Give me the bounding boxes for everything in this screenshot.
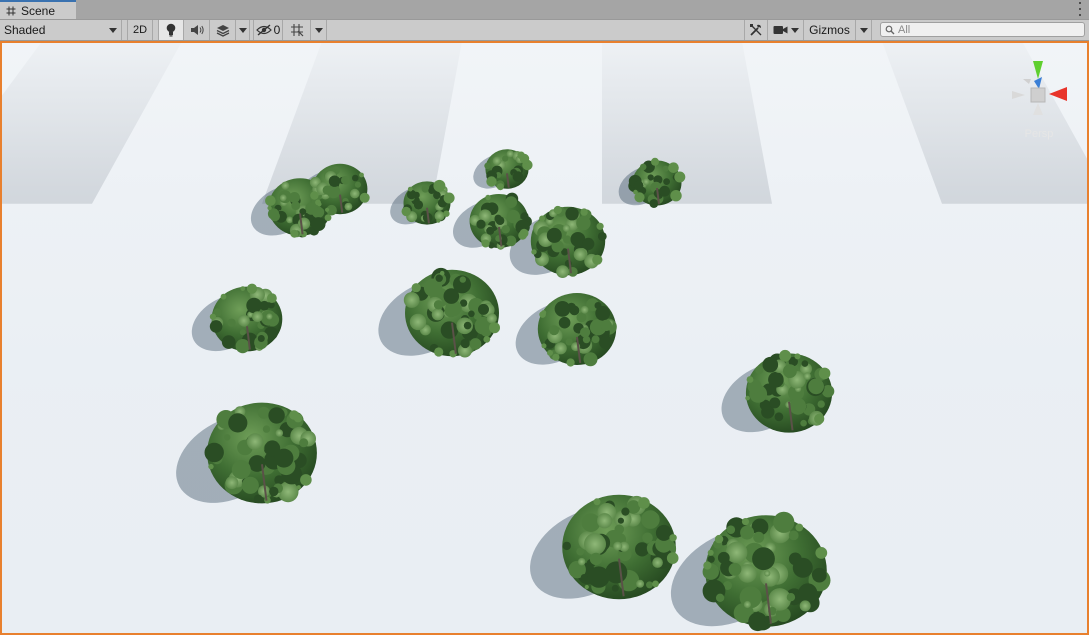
gizmo-center-cube[interactable] bbox=[1030, 87, 1046, 103]
chevron-down-icon bbox=[790, 27, 799, 33]
scene-canvas[interactable] bbox=[2, 43, 1087, 633]
tab-label: Scene bbox=[21, 3, 56, 18]
scene-viewport[interactable]: Persp bbox=[0, 41, 1089, 635]
gizmo-x-cone[interactable] bbox=[1049, 87, 1067, 101]
chevron-down-icon bbox=[238, 27, 247, 33]
grid-icon bbox=[290, 24, 303, 37]
gizmo-neg-x-cone[interactable] bbox=[1012, 91, 1025, 99]
gizmo-neg-y-cone[interactable] bbox=[1033, 103, 1043, 115]
scene-toolbar: Shaded 2D 0 Gizmos All bbox=[0, 20, 1089, 41]
shading-mode-value: Shaded bbox=[4, 23, 46, 37]
gizmos-dropdown-button[interactable] bbox=[856, 20, 872, 40]
chevron-down-icon bbox=[314, 27, 323, 33]
tools-icon bbox=[750, 24, 762, 36]
tools-button[interactable] bbox=[744, 20, 768, 40]
lighting-toggle-button[interactable] bbox=[158, 20, 184, 40]
effects-dropdown-button[interactable] bbox=[236, 20, 250, 40]
gizmo-y-cone[interactable] bbox=[1033, 61, 1043, 79]
gizmos-button[interactable]: Gizmos bbox=[804, 20, 856, 40]
gizmo-projection-label[interactable]: Persp bbox=[1025, 128, 1054, 140]
more-options-icon[interactable] bbox=[1077, 2, 1083, 16]
search-icon bbox=[885, 25, 895, 34]
search-box[interactable] bbox=[880, 22, 1085, 37]
hash-icon bbox=[6, 6, 16, 15]
scene-visibility-button[interactable]: 0 bbox=[253, 20, 283, 40]
gizmo-neg-z-cone[interactable] bbox=[1023, 79, 1031, 84]
shading-mode-dropdown[interactable]: Shaded bbox=[0, 20, 122, 40]
toggle-2d-button[interactable]: 2D bbox=[127, 20, 153, 40]
chevron-down-icon bbox=[859, 27, 868, 33]
grid-dropdown-button[interactable] bbox=[311, 20, 327, 40]
chevron-down-icon bbox=[109, 27, 117, 33]
eye-slash-icon bbox=[255, 24, 272, 36]
grid-toggle-button[interactable] bbox=[283, 20, 311, 40]
audio-toggle-button[interactable] bbox=[184, 20, 210, 40]
camera-settings-button[interactable] bbox=[768, 20, 804, 40]
hidden-objects-count: 0 bbox=[273, 23, 281, 37]
camera-icon bbox=[773, 26, 787, 34]
tab-bar: Scene bbox=[0, 0, 1089, 20]
tab-scene[interactable]: Scene bbox=[0, 0, 76, 19]
speaker-icon bbox=[190, 25, 204, 35]
orientation-gizmo[interactable]: Persp bbox=[1009, 57, 1069, 157]
effects-layers-icon bbox=[216, 24, 229, 37]
search-input[interactable] bbox=[898, 23, 1078, 36]
effects-toggle-button[interactable] bbox=[210, 20, 236, 40]
lightbulb-icon bbox=[166, 23, 176, 37]
